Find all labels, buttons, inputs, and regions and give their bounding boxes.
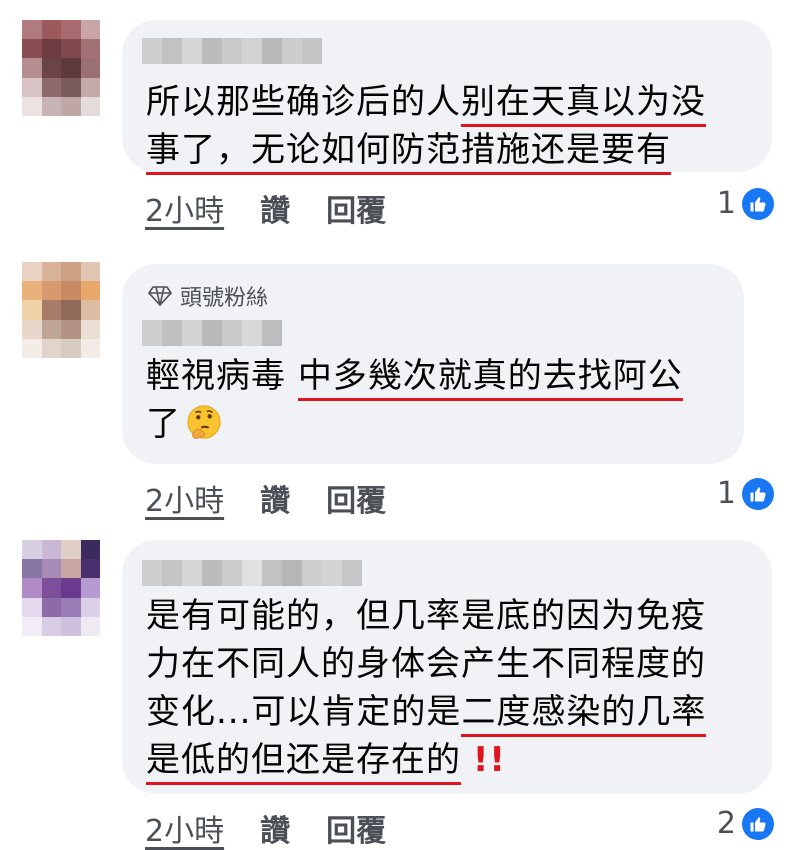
comment-text: 所以那些确诊后的人别在天真以为没 事了，无论如何防范措施还是要有 <box>146 78 706 175</box>
comment-bubble: 是有可能的，但几率是底的因为免疫 力在不同人的身体会产生不同程度的 变化...可… <box>122 540 772 794</box>
comment-line: 輕視病毒 中多幾次就真的去找阿公 <box>146 352 683 401</box>
comment-line: 了 <box>146 400 683 448</box>
like-button[interactable]: 讚 <box>260 186 290 230</box>
reaction-summary[interactable]: 1 <box>717 476 774 511</box>
comment-actions: 2小時 讚 回覆 <box>145 806 386 850</box>
avatar[interactable] <box>22 540 100 636</box>
comment-1: 所以那些确诊后的人别在天真以为没 事了，无论如何防范措施还是要有 2小時 讚 回… <box>0 0 800 240</box>
red-underline-highlight: 中多幾次就真的去找阿公 <box>297 356 683 401</box>
author-name-blurred[interactable] <box>142 38 322 64</box>
comment-line: 事了，无论如何防范措施还是要有 <box>146 126 706 175</box>
timestamp-link[interactable]: 2小時 <box>145 186 224 230</box>
like-button[interactable]: 讚 <box>260 476 290 520</box>
thinking-face-emoji <box>187 405 221 439</box>
like-thumbs-up-icon <box>742 187 774 220</box>
red-underline-highlight: 二度感染的几率 <box>461 692 707 737</box>
reaction-summary[interactable]: 2 <box>717 806 774 841</box>
top-fan-badge: 頭號粉絲 <box>148 280 268 312</box>
reaction-count: 1 <box>716 476 736 511</box>
author-name-blurred[interactable] <box>142 560 362 586</box>
red-underline-highlight: 事了，无论如何防范措施还是要有 <box>146 130 671 175</box>
red-underline-highlight: 是低的但还是存在的 <box>146 740 461 785</box>
diamond-icon <box>148 286 172 306</box>
comment-line: 所以那些确诊后的人别在天真以为没 <box>146 78 706 127</box>
badge-label: 頭號粉絲 <box>180 286 269 311</box>
comment-text: 是有可能的，但几率是底的因为免疫 力在不同人的身体会产生不同程度的 变化...可… <box>146 592 707 785</box>
like-button[interactable]: 讚 <box>260 806 290 850</box>
comment-line: 力在不同人的身体会产生不同程度的 <box>146 644 706 684</box>
reply-button[interactable]: 回覆 <box>326 806 386 850</box>
reaction-count: 2 <box>716 806 736 841</box>
avatar[interactable] <box>22 20 100 116</box>
timestamp-link[interactable]: 2小時 <box>145 476 224 520</box>
double-exclamation-emoji: !! <box>472 740 506 780</box>
comment-actions: 2小時 讚 回覆 <box>145 476 386 520</box>
like-thumbs-up-icon <box>742 807 774 840</box>
comment-actions: 2小時 讚 回覆 <box>145 186 386 230</box>
reply-button[interactable]: 回覆 <box>326 186 386 230</box>
comment-bubble: 頭號粉絲 輕視病毒 中多幾次就真的去找阿公 了 <box>122 264 744 464</box>
reply-button[interactable]: 回覆 <box>326 476 386 520</box>
comment-line: 是低的但还是存在的 !! <box>146 736 706 785</box>
reaction-summary[interactable]: 1 <box>717 186 774 221</box>
comment-bubble: 所以那些确诊后的人别在天真以为没 事了，无论如何防范措施还是要有 <box>122 20 772 175</box>
red-underline-highlight: 别在天真以为没 <box>461 82 706 127</box>
avatar[interactable] <box>22 262 100 358</box>
comment-text: 輕視病毒 中多幾次就真的去找阿公 了 <box>146 352 683 448</box>
like-thumbs-up-icon <box>742 477 774 510</box>
reaction-count: 1 <box>716 186 736 221</box>
comment-line: 是有可能的，但几率是底的因为免疫 <box>146 596 706 636</box>
author-name-blurred[interactable] <box>142 320 282 346</box>
timestamp-link[interactable]: 2小時 <box>145 806 224 850</box>
comment-line: 变化...可以肯定的是二度感染的几率 <box>146 688 707 737</box>
